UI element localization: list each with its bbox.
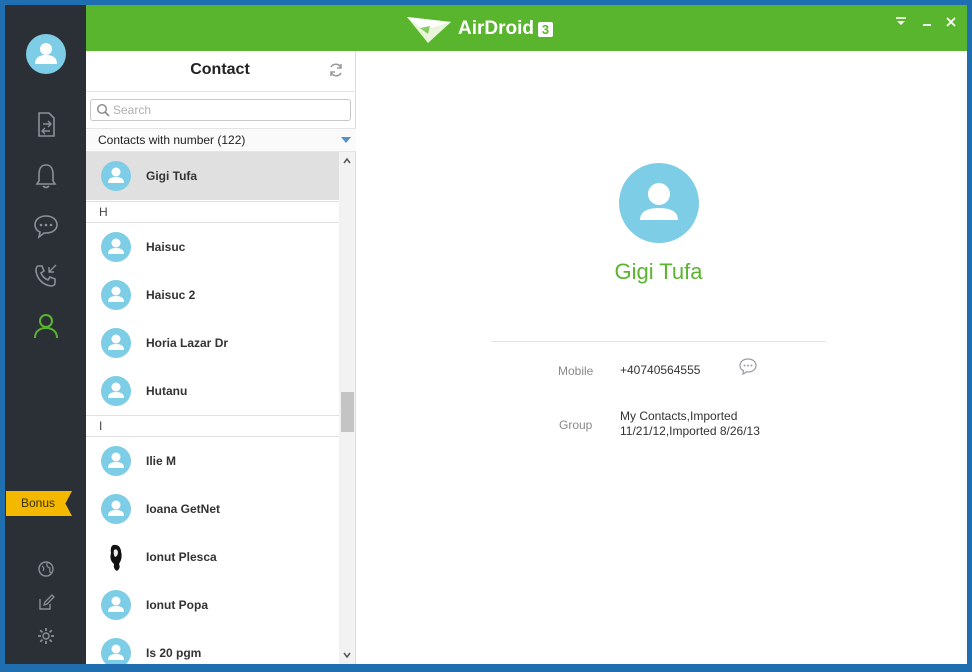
filter-label: Contacts with number (122) xyxy=(98,133,246,147)
search-input[interactable] xyxy=(113,101,343,119)
contact-photo xyxy=(101,542,131,572)
contact-row[interactable]: Haisuc 2 xyxy=(86,271,339,319)
contact-row[interactable]: Horia Lazar Dr xyxy=(86,319,339,367)
close-icon[interactable] xyxy=(944,15,958,29)
panel-title: Contact xyxy=(190,61,250,78)
contact-avatar-icon xyxy=(101,446,131,476)
contact-detail-panel: Gigi Tufa Mobile +40740564555 Group My C… xyxy=(356,51,967,664)
sidebar-rail: Bonus xyxy=(5,5,86,664)
contact-list-scrollbar[interactable] xyxy=(339,152,355,664)
call-log-icon[interactable] xyxy=(30,260,62,292)
contact-row[interactable]: Ionut Plesca xyxy=(86,533,339,581)
divider xyxy=(491,341,826,342)
dropdown-menu-icon[interactable] xyxy=(894,15,908,29)
section-header: I xyxy=(86,415,339,437)
globe-icon[interactable] xyxy=(37,560,55,578)
contact-name: Hutanu xyxy=(146,384,188,398)
group-value-line: 11/21/12,Imported 8/26/13 xyxy=(620,424,760,438)
contact-filter-dropdown[interactable]: Contacts with number (122) xyxy=(86,128,356,152)
contact-avatar-icon xyxy=(101,328,131,358)
contact-row[interactable]: Ioana GetNet xyxy=(86,485,339,533)
contact-avatar-icon xyxy=(101,280,131,310)
airdroid-logo-icon xyxy=(407,17,451,43)
contact-name: Gigi Tufa xyxy=(146,169,198,183)
contact-row[interactable]: Hutanu xyxy=(86,367,339,415)
contact-avatar-icon xyxy=(101,590,131,620)
group-value-line: My Contacts,Imported xyxy=(620,409,738,423)
minimize-icon[interactable] xyxy=(920,15,934,29)
contact-row[interactable]: Is 20 pgm xyxy=(86,629,339,664)
settings-gear-icon[interactable] xyxy=(37,627,55,645)
search-box xyxy=(90,99,351,121)
contact-name: Ionut Popa xyxy=(146,598,208,612)
section-header: H xyxy=(86,201,339,223)
app-title: AirDroid xyxy=(458,18,534,39)
contact-name: Ionut Plesca xyxy=(146,550,217,564)
bonus-badge[interactable]: Bonus xyxy=(6,491,72,516)
chevron-up-icon[interactable] xyxy=(342,156,352,166)
contact-list-panel: Contact Contacts with number (122) xyxy=(86,51,356,664)
send-message-icon[interactable] xyxy=(738,357,758,375)
app-brand: AirDroid 3 xyxy=(406,14,553,44)
messages-icon[interactable] xyxy=(30,210,62,242)
contacts-icon[interactable] xyxy=(30,310,62,342)
account-avatar-icon[interactable] xyxy=(26,34,66,74)
group-value: My Contacts,Imported 11/21/12,Imported 8… xyxy=(620,409,760,439)
contact-avatar-icon xyxy=(101,232,131,262)
contact-detail-name: Gigi Tufa xyxy=(614,259,703,284)
contact-panel-header: Contact xyxy=(86,51,356,92)
search-icon xyxy=(96,103,110,117)
chevron-down-icon xyxy=(341,137,351,143)
contact-row[interactable]: Gigi Tufa xyxy=(86,152,339,200)
contact-avatar-icon xyxy=(101,161,131,191)
chevron-down-icon[interactable] xyxy=(342,650,352,660)
contact-avatar-icon xyxy=(101,494,131,524)
scrollbar-thumb[interactable] xyxy=(341,392,354,432)
contact-avatar-icon xyxy=(619,163,699,243)
contact-list: Gigi Tufa H Haisuc Haisuc 2 Horia Lazar xyxy=(86,152,339,664)
contact-avatar-icon xyxy=(101,638,131,664)
notification-bell-icon[interactable] xyxy=(30,160,62,192)
version-badge: 3 xyxy=(538,21,553,37)
contact-name: Horia Lazar Dr xyxy=(146,336,229,350)
edit-icon[interactable] xyxy=(37,594,55,612)
mobile-label: Mobile xyxy=(558,364,594,378)
title-bar: AirDroid 3 xyxy=(86,5,967,51)
mobile-value: +40740564555 xyxy=(620,363,701,377)
contact-name: Haisuc xyxy=(146,240,186,254)
app-window: Bonus AirDroid 3 Contact Search Contacts… xyxy=(5,5,967,664)
contact-name: Haisuc 2 xyxy=(146,288,196,302)
file-transfer-icon[interactable] xyxy=(30,109,62,141)
contact-name: Is 20 pgm xyxy=(146,646,202,660)
contact-row[interactable]: Ionut Popa xyxy=(86,581,339,629)
contact-name: Ioana GetNet xyxy=(146,502,221,516)
contact-row[interactable]: Ilie M xyxy=(86,437,339,485)
contact-avatar-icon xyxy=(101,376,131,406)
contact-name: Ilie M xyxy=(146,454,177,468)
group-label: Group xyxy=(559,418,593,432)
refresh-icon[interactable] xyxy=(328,62,344,78)
contact-row[interactable]: Haisuc xyxy=(86,223,339,271)
